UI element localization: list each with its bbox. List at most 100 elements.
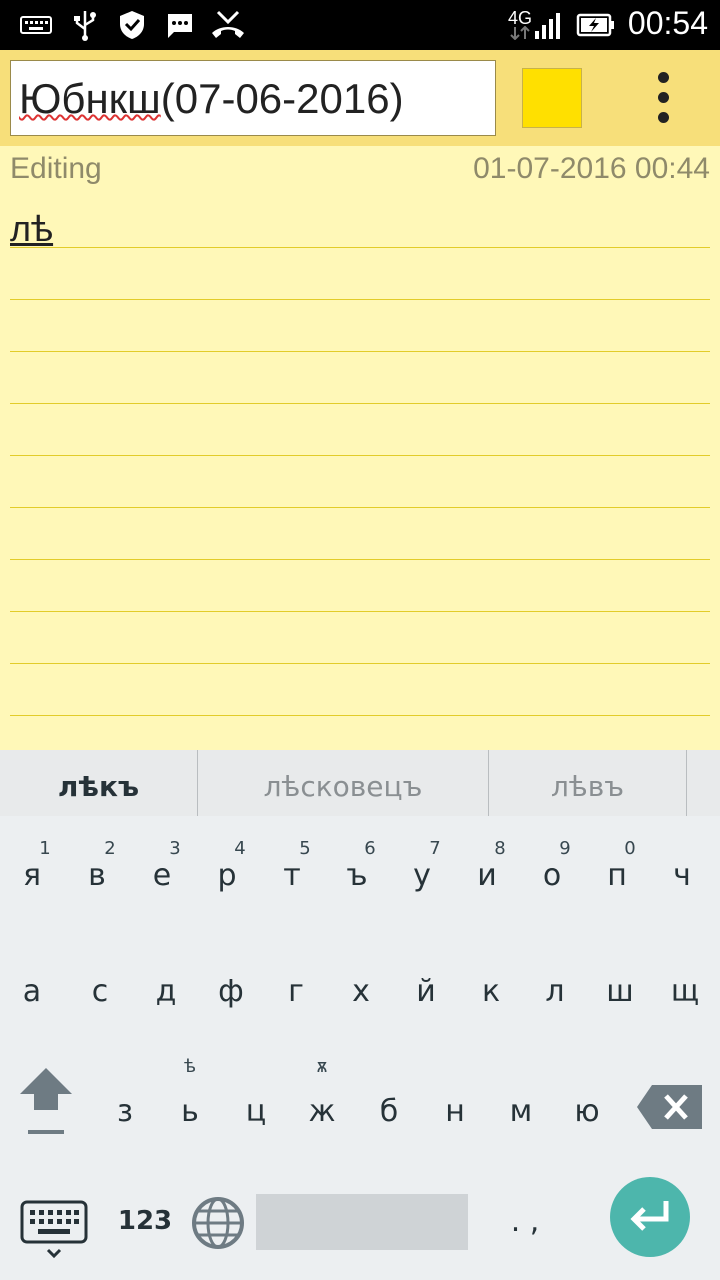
more-vert-dot [658, 92, 669, 103]
key-alt-hint: ѣ [183, 1056, 197, 1077]
key-number-hint: 0 [624, 838, 636, 859]
key[interactable]: ф [199, 932, 263, 1032]
key[interactable]: с [68, 932, 132, 1032]
sms-icon [168, 14, 192, 38]
key-label: я [22, 858, 42, 893]
key[interactable]: ю [555, 1052, 619, 1152]
status-bar: 4G 00:54 [0, 0, 720, 50]
shift-key[interactable] [16, 1066, 76, 1138]
key-number-hint: 3 [169, 838, 181, 859]
ruled-line [10, 715, 710, 716]
key-label: и [477, 858, 497, 893]
ruled-line [10, 299, 710, 300]
title-date-part: (07-06-2016) [160, 75, 404, 122]
numbers-key[interactable]: 123 [110, 1206, 180, 1236]
key-label: ъ [346, 858, 368, 893]
key[interactable]: н [423, 1052, 487, 1152]
key-label: м [509, 1094, 533, 1129]
ruled-line [10, 663, 710, 664]
overflow-menu-button[interactable] [646, 72, 682, 126]
note-timestamp: 01-07-2016 00:44 [473, 152, 710, 185]
more-vert-dot [658, 112, 669, 123]
key[interactable]: б [357, 1052, 421, 1152]
suggestion-item[interactable]: лѣвъ [489, 750, 686, 816]
key-label: о [542, 858, 562, 893]
key-label: ц [245, 1094, 267, 1129]
key[interactable]: щ [653, 932, 717, 1032]
key-label: ф [218, 974, 244, 1009]
key-label: х [352, 974, 370, 1009]
key[interactable]: з [93, 1052, 157, 1152]
key[interactable]: х [329, 932, 393, 1032]
key-number-hint: 6 [364, 838, 376, 859]
key-label: п [607, 858, 627, 893]
key[interactable]: ѣь [158, 1052, 222, 1152]
key-number-hint: 2 [104, 838, 116, 859]
key[interactable]: к [459, 932, 523, 1032]
key-label: в [88, 858, 106, 893]
key[interactable]: м [489, 1052, 553, 1152]
note-title-input[interactable]: Юбнкш(07-06-2016) [10, 60, 496, 136]
suggestion-item[interactable]: лѣсковецъ [198, 750, 488, 816]
ruled-line [10, 507, 710, 508]
note-color-button[interactable] [522, 68, 582, 128]
key-label: е [152, 858, 172, 893]
key-label: н [445, 1094, 465, 1129]
usb-icon [74, 11, 96, 41]
key[interactable]: 7у [390, 816, 454, 916]
note-editor[interactable]: Editing 01-07-2016 00:44 лѣ [0, 146, 720, 750]
key-label: ю [574, 1094, 600, 1129]
ruled-line [10, 351, 710, 352]
key[interactable]: 5т [260, 816, 324, 916]
key-label: ж [308, 1094, 336, 1129]
key[interactable]: 4р [195, 816, 259, 916]
enter-icon [630, 1201, 669, 1231]
missed-call-icon [212, 10, 244, 38]
note-body-text[interactable]: лѣ [10, 208, 53, 250]
ruled-line [10, 403, 710, 404]
key[interactable]: 9о [520, 816, 584, 916]
key[interactable]: л [523, 932, 587, 1032]
key[interactable]: й [394, 932, 458, 1032]
globe-icon[interactable] [190, 1195, 246, 1251]
key-label: ш [606, 974, 634, 1009]
key-label: к [481, 974, 501, 1009]
key[interactable]: ш [588, 932, 652, 1032]
key[interactable]: ѫж [290, 1052, 354, 1152]
key[interactable]: д [134, 932, 198, 1032]
key-number-hint: 8 [494, 838, 506, 859]
more-vert-icon [658, 72, 669, 83]
key-label: р [217, 858, 237, 893]
backspace-key[interactable] [636, 1084, 704, 1130]
key[interactable]: 8и [455, 816, 519, 916]
key[interactable]: 0п [585, 816, 649, 916]
key[interactable]: 2в [65, 816, 129, 916]
key-label: ч [673, 858, 691, 893]
key-label: г [288, 974, 304, 1009]
suggestion-primary[interactable]: лѣкъ [0, 750, 197, 816]
signal-icon [535, 13, 560, 39]
spacebar[interactable] [256, 1194, 468, 1250]
key[interactable]: 1я [0, 816, 64, 916]
key-label: з [117, 1094, 133, 1129]
battery-charging-icon [576, 13, 614, 37]
ruled-line [10, 455, 710, 456]
suggestion-strip: лѣкъ лѣсковецъ лѣвъ [0, 750, 720, 816]
key-label: а [22, 974, 42, 1009]
key-alt-hint: ѫ [316, 1056, 328, 1077]
key-label: й [416, 974, 436, 1009]
key[interactable]: ч [650, 816, 714, 916]
key[interactable]: г [264, 932, 328, 1032]
title-misspelled-word: Юбнкш [19, 75, 161, 122]
keyboard-switch-key[interactable] [18, 1198, 90, 1260]
key-number-hint: 9 [559, 838, 571, 859]
edit-status-label: Editing [10, 152, 102, 185]
key-label: у [413, 858, 431, 893]
note-header: Юбнкш(07-06-2016) [0, 50, 720, 146]
punctuation-key[interactable]: . , [500, 1204, 550, 1239]
key[interactable]: 3е [130, 816, 194, 916]
key[interactable]: 6ъ [325, 816, 389, 916]
key[interactable]: а [0, 932, 64, 1032]
enter-key[interactable] [610, 1177, 690, 1257]
key[interactable]: ц [224, 1052, 288, 1152]
